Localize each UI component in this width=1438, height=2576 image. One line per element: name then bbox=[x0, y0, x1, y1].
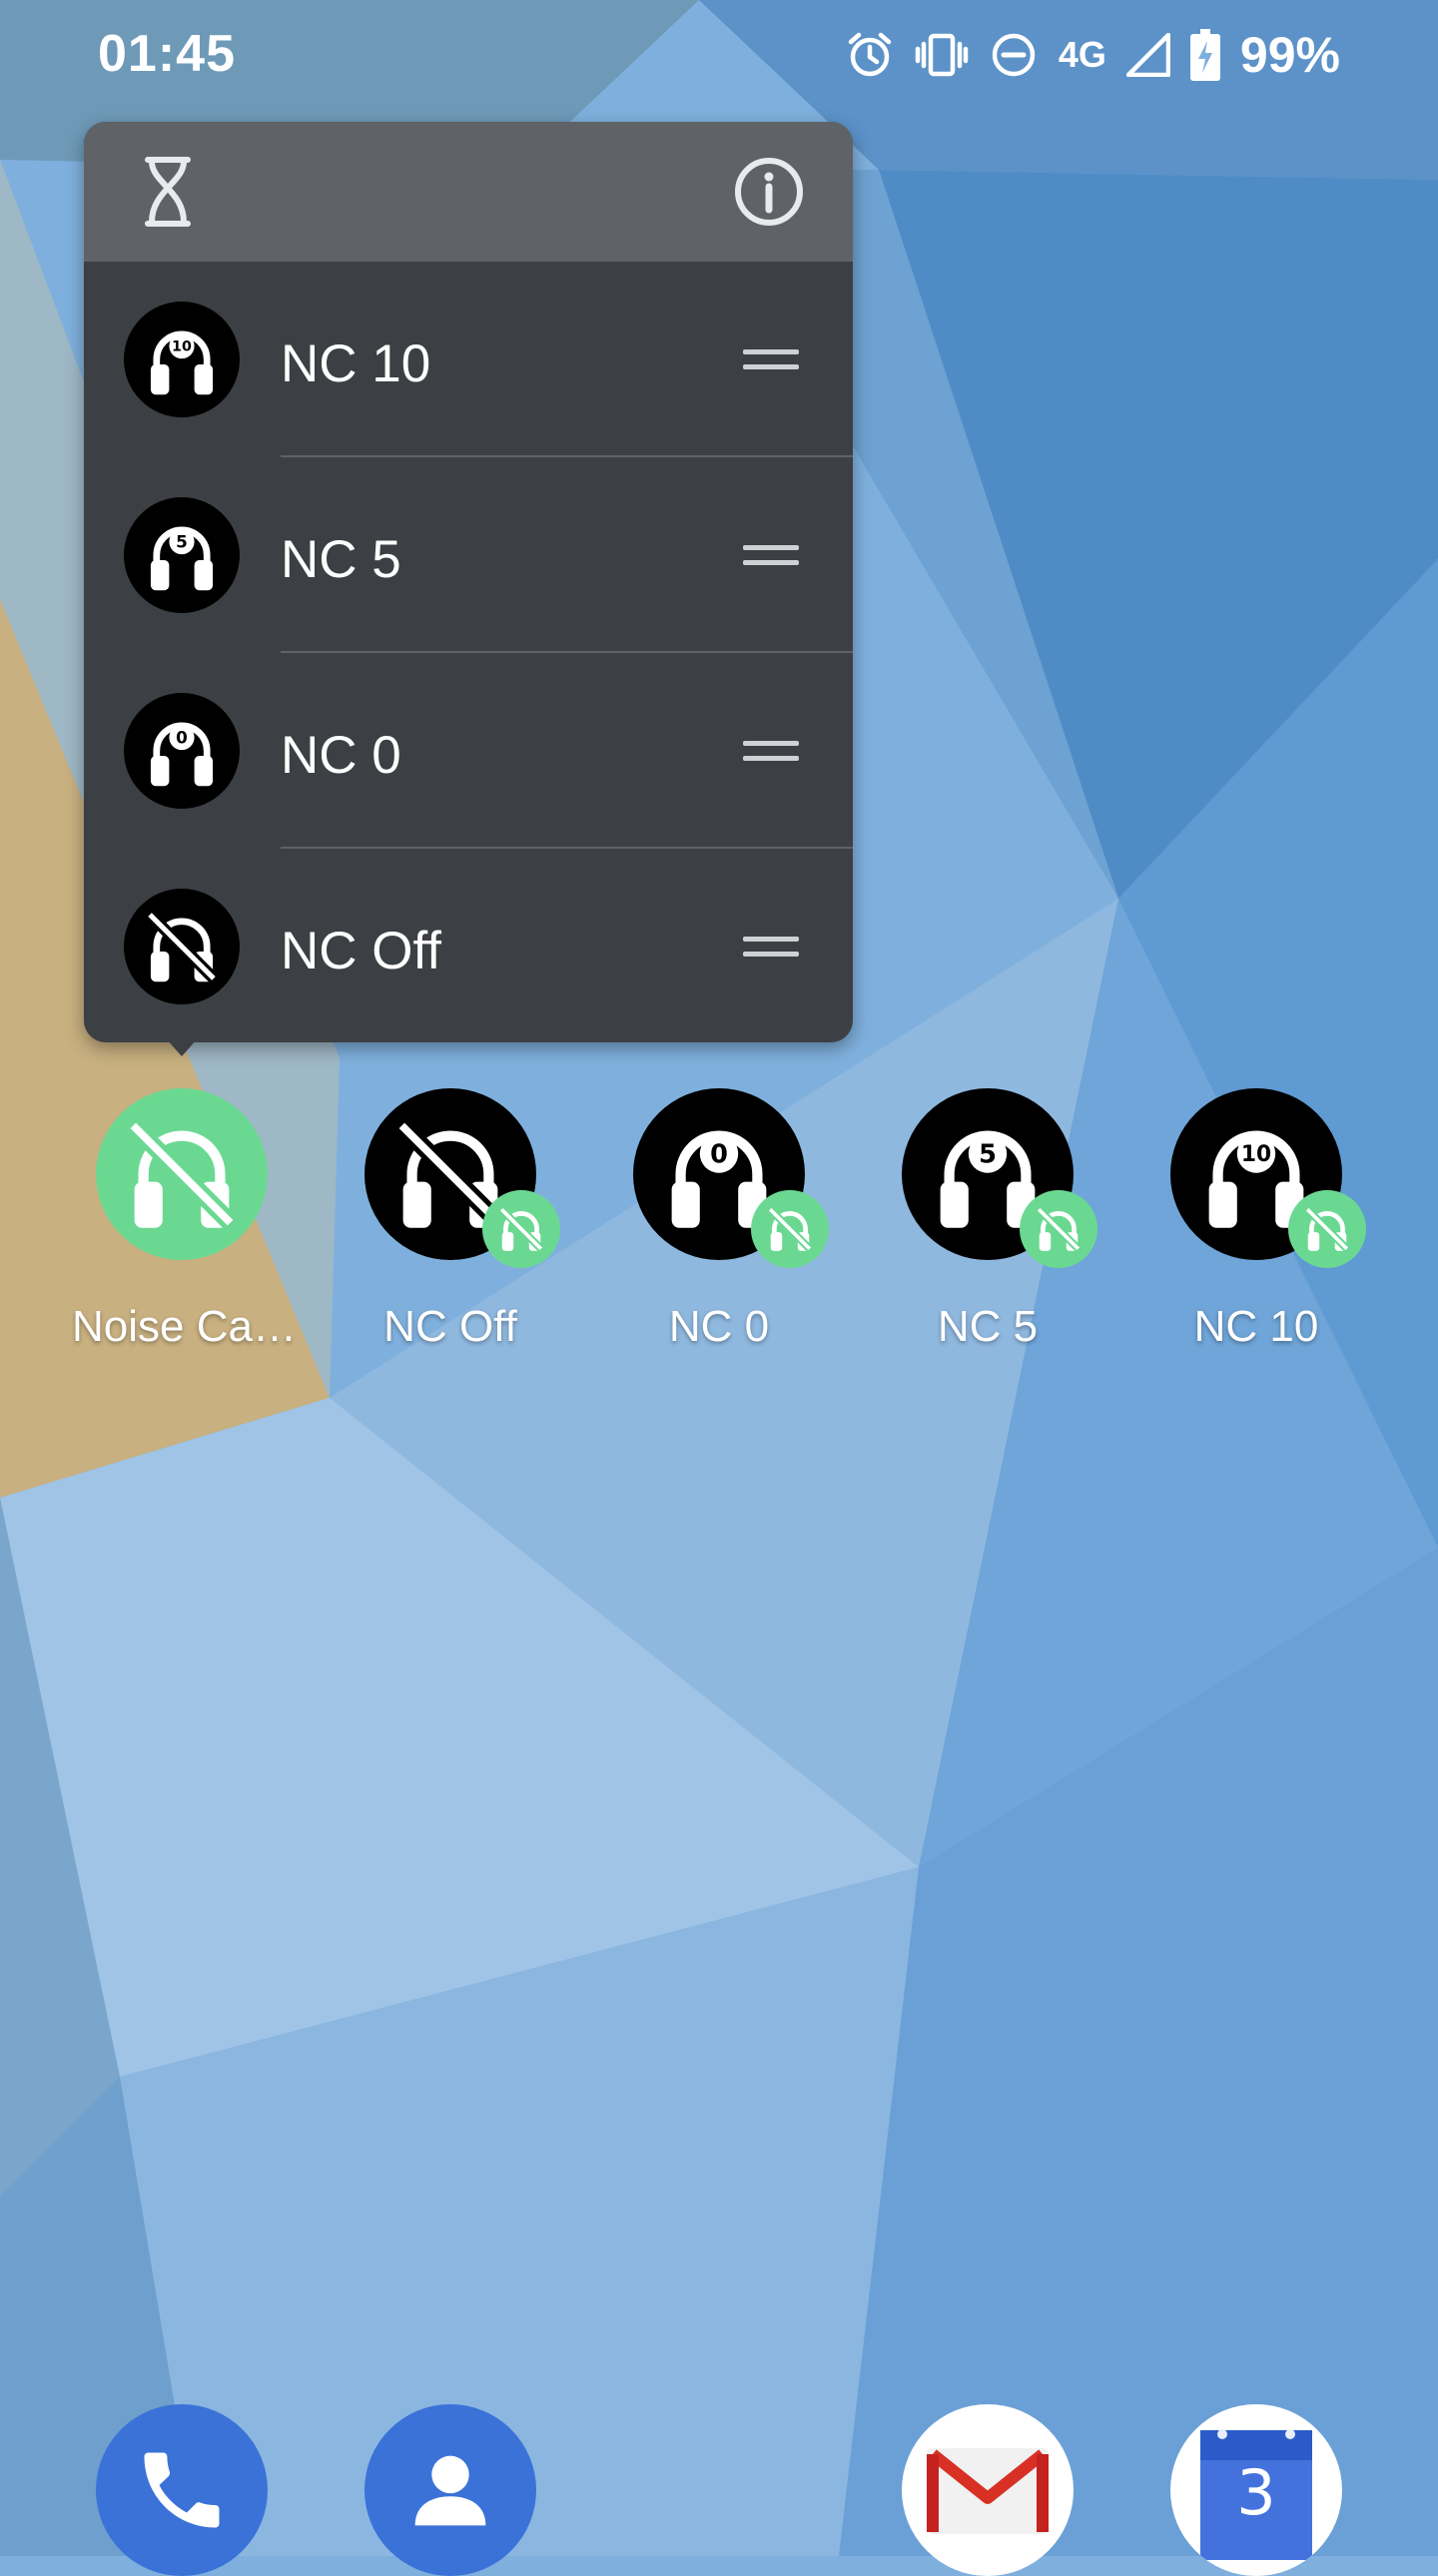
battery-percentage: 99% bbox=[1239, 27, 1340, 83]
app-badge-icon bbox=[482, 1190, 560, 1268]
popup-header bbox=[84, 122, 853, 262]
shortcut-popup: 10 NC 10 5 NC 5 0 NC 0 NC Off bbox=[84, 122, 853, 1042]
nc-level-digit: 0 bbox=[710, 1139, 728, 1169]
dock-phone[interactable] bbox=[96, 2404, 268, 2576]
hourglass-icon bbox=[145, 157, 191, 227]
shortcut-nc-0[interactable]: 0 NC 0 bbox=[609, 1084, 829, 1364]
nc-level-digit: 10 bbox=[1241, 1142, 1271, 1167]
nc-level-digit: 5 bbox=[979, 1139, 997, 1169]
popup-shortcut-nc-5[interactable]: 5 NC 5 bbox=[84, 457, 853, 653]
popup-item-label: NC Off bbox=[281, 922, 441, 980]
nc-level-digit: 10 bbox=[172, 339, 192, 355]
pause-app-button[interactable] bbox=[126, 150, 210, 234]
dock-gmail[interactable] bbox=[902, 2404, 1074, 2576]
headphones-0-icon: 0 bbox=[124, 693, 240, 809]
headphones-10-icon: 10 bbox=[124, 302, 240, 417]
dock-calendar[interactable]: 3 bbox=[1170, 2404, 1342, 2576]
app-noise-cancelling[interactable]: Noise Ca… bbox=[72, 1084, 297, 1364]
headphones-off-glyph bbox=[767, 1206, 813, 1252]
app-badge-icon bbox=[1020, 1190, 1097, 1268]
shortcut-label: NC 10 bbox=[1193, 1302, 1319, 1351]
signal-icon bbox=[1125, 33, 1170, 77]
app-badge-icon bbox=[751, 1190, 829, 1268]
nc-level-digit: 0 bbox=[176, 727, 188, 747]
app-info-button[interactable] bbox=[727, 150, 811, 234]
shortcut-nc-off[interactable]: NC Off bbox=[341, 1084, 560, 1364]
popup-item-label: NC 5 bbox=[281, 530, 401, 589]
headphones-glyph: 0 bbox=[150, 722, 214, 787]
popup-shortcut-nc-10[interactable]: 10 NC 10 bbox=[84, 262, 853, 457]
headphones-5-icon: 5 bbox=[124, 497, 240, 613]
network-type: 4G bbox=[1058, 34, 1106, 75]
shortcut-nc-5[interactable]: 5 NC 5 bbox=[878, 1084, 1097, 1364]
gmail-icon bbox=[927, 2448, 1049, 2534]
headphones-off-glyph bbox=[145, 910, 219, 983]
app-badge-icon bbox=[1288, 1190, 1366, 1268]
headphones-off-glyph bbox=[127, 1119, 237, 1229]
headphones-off-glyph bbox=[1036, 1206, 1081, 1252]
popup-pointer bbox=[166, 1038, 198, 1056]
popup-item-label: NC 0 bbox=[281, 726, 401, 785]
headphones-off-icon bbox=[124, 889, 240, 1004]
shortcut-nc-10[interactable]: 10 NC 10 bbox=[1146, 1084, 1366, 1364]
dock-contacts[interactable] bbox=[364, 2404, 536, 2576]
headphones-glyph: 5 bbox=[150, 526, 214, 591]
app-label: Noise Ca… bbox=[72, 1302, 297, 1351]
status-time: 01:45 bbox=[98, 25, 236, 83]
drag-handle-icon[interactable] bbox=[743, 341, 799, 377]
popup-shortcut-nc-off[interactable]: NC Off bbox=[84, 849, 853, 1044]
headphones-off-glyph bbox=[1304, 1206, 1350, 1252]
shortcut-label: NC 5 bbox=[937, 1302, 1039, 1351]
status-bar: 01:45 4G 99% bbox=[0, 0, 1438, 110]
phone-icon bbox=[144, 2452, 220, 2528]
do-not-disturb-icon bbox=[992, 33, 1036, 77]
status-icons: 4G 99% bbox=[845, 20, 1340, 90]
alarm-icon bbox=[848, 32, 892, 77]
info-icon bbox=[735, 158, 803, 226]
nc-level-digit: 5 bbox=[176, 531, 188, 551]
battery-charging-icon bbox=[1189, 29, 1220, 81]
contacts-icon bbox=[414, 2455, 486, 2526]
popup-shortcut-nc-0[interactable]: 0 NC 0 bbox=[84, 653, 853, 849]
drag-handle-icon[interactable] bbox=[743, 537, 799, 573]
calendar-day: 3 bbox=[1236, 2456, 1276, 2529]
popup-item-label: NC 10 bbox=[281, 334, 431, 393]
drag-handle-icon[interactable] bbox=[743, 733, 799, 769]
shortcut-label: NC Off bbox=[383, 1302, 517, 1351]
noise-cancelling-app-icon bbox=[96, 1088, 268, 1260]
headphones-glyph: 10 bbox=[150, 330, 214, 395]
headphones-off-glyph bbox=[498, 1206, 544, 1252]
vibrate-icon bbox=[915, 33, 969, 77]
drag-handle-icon[interactable] bbox=[743, 929, 799, 965]
shortcut-label: NC 0 bbox=[668, 1302, 770, 1351]
